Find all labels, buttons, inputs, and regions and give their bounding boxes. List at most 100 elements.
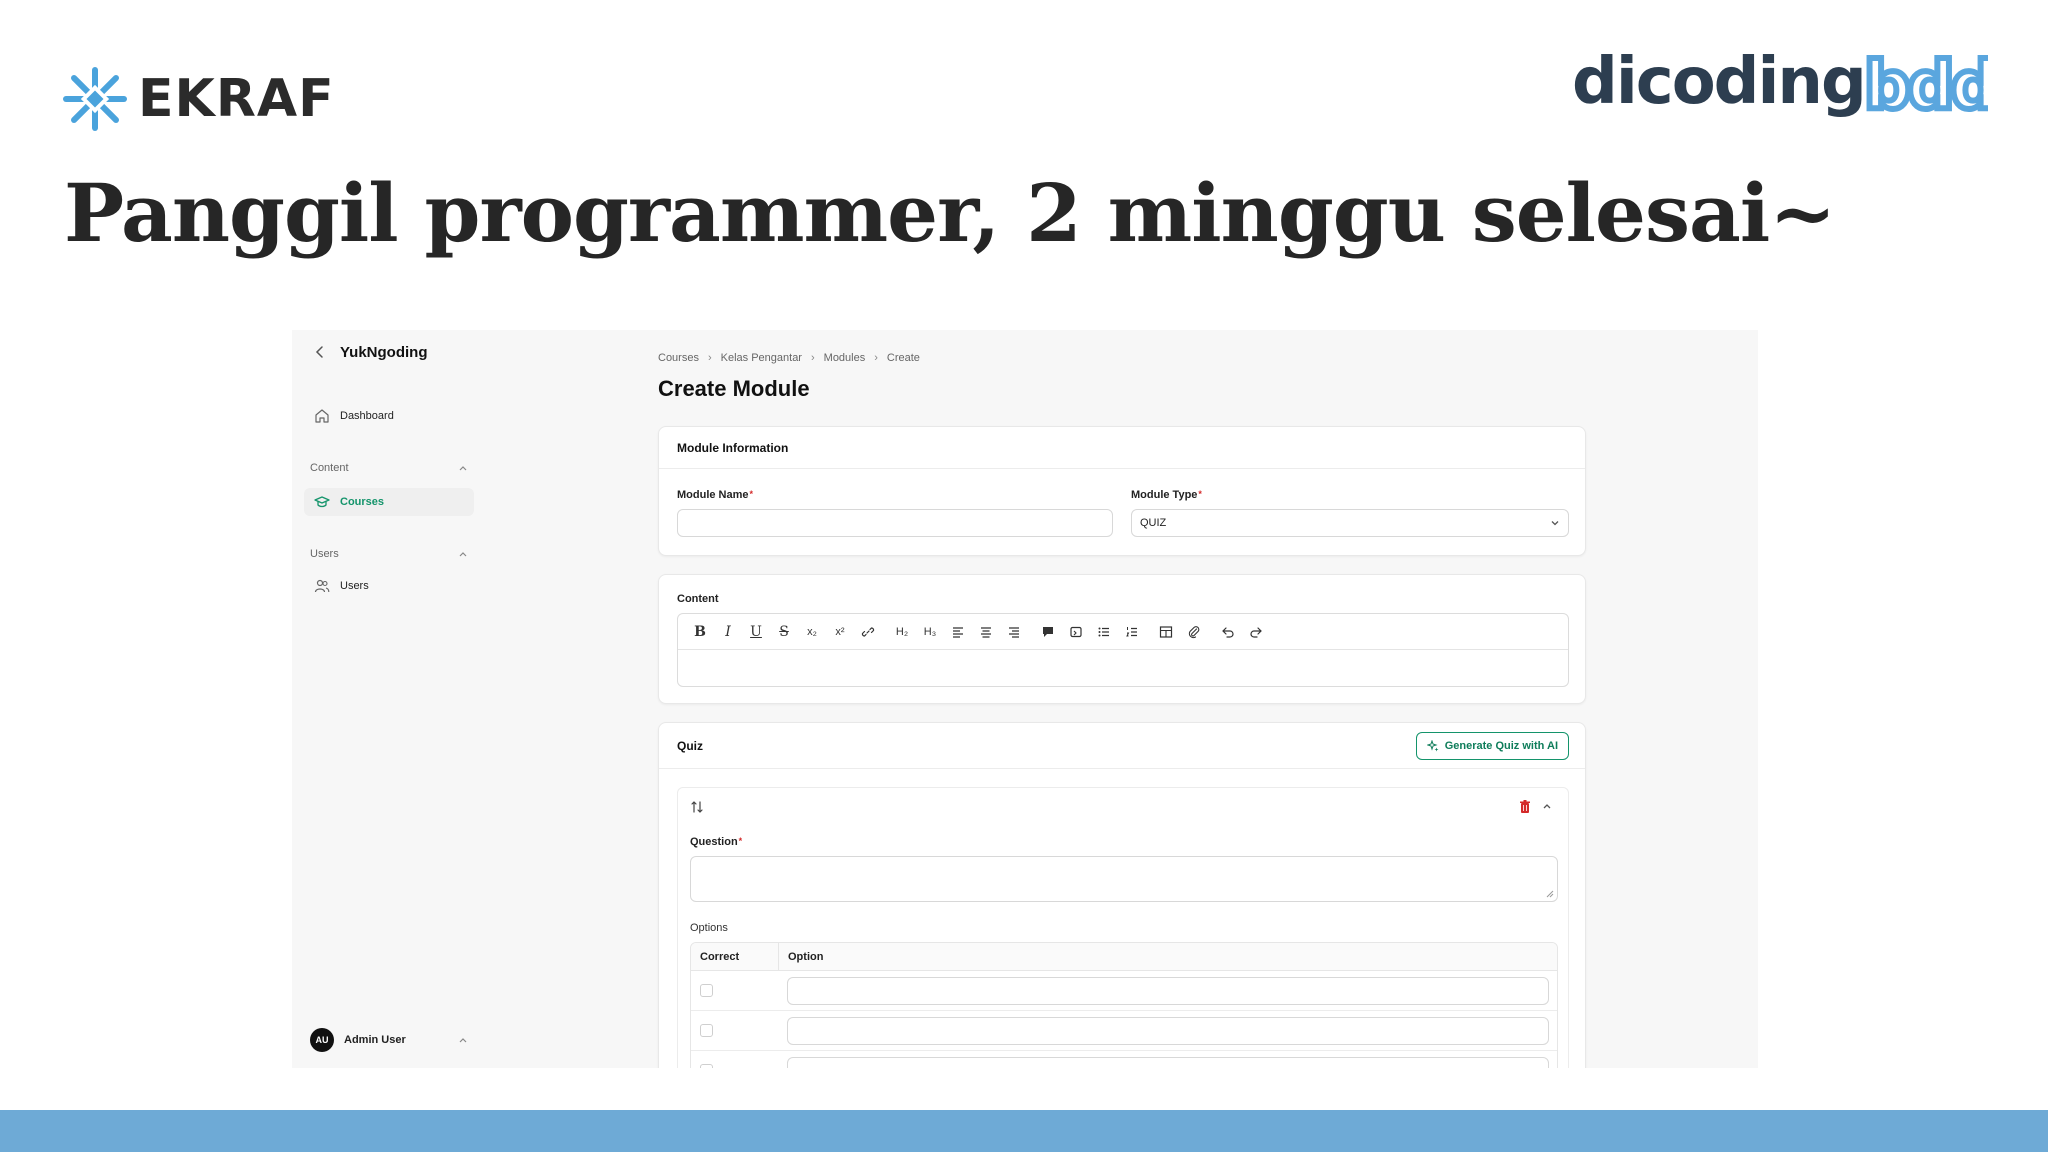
chevron-down-icon	[1551, 521, 1559, 526]
breadcrumb-create: Create	[886, 352, 920, 364]
align-center-icon[interactable]	[972, 618, 1000, 646]
options-table-header: Correct Option	[691, 943, 1557, 971]
question-item: Question* Options Correct Option	[677, 787, 1569, 1068]
bullet-list-icon[interactable]	[1090, 618, 1118, 646]
user-name: Admin User	[344, 1034, 406, 1046]
options-table: Correct Option	[690, 942, 1558, 1068]
sidebar-group-users[interactable]: Users	[310, 548, 468, 560]
generate-quiz-ai-button[interactable]: Generate Quiz with AI	[1415, 731, 1569, 760]
bdd-logo: bdd	[1864, 48, 1988, 118]
chevron-up-icon[interactable]	[1542, 801, 1552, 811]
table-row	[691, 1051, 1557, 1068]
blockquote-icon[interactable]	[1034, 618, 1062, 646]
chevron-right-icon: ›	[707, 352, 712, 364]
breadcrumb-course[interactable]: Kelas Pengantar	[721, 352, 802, 364]
question-textarea[interactable]	[690, 856, 1558, 902]
code-icon[interactable]	[1062, 618, 1090, 646]
sidebar-item-label: Dashboard	[340, 410, 394, 422]
attach-icon[interactable]	[1180, 618, 1208, 646]
sparkles-icon	[1426, 739, 1439, 751]
table-row	[691, 971, 1557, 1011]
align-left-icon[interactable]	[944, 618, 972, 646]
table-icon[interactable]	[1152, 618, 1180, 646]
card-title: Module Information	[677, 440, 789, 455]
superscript-icon[interactable]: x²	[826, 618, 854, 646]
page-title: Create Module	[658, 376, 810, 401]
col-correct: Correct	[691, 943, 779, 970]
card-header: Quiz Generate Quiz with AI	[659, 723, 1585, 769]
app-name: YukNgoding	[340, 344, 428, 361]
option-input[interactable]	[787, 976, 1549, 1005]
align-right-icon[interactable]	[1000, 618, 1028, 646]
correct-checkbox[interactable]	[700, 1024, 713, 1037]
link-icon[interactable]	[854, 618, 882, 646]
rich-text-editor: B I U S x₂ x² H₂ H₃	[677, 613, 1569, 687]
reorder-icon[interactable]	[690, 800, 704, 814]
content-card: Content B I U S x₂ x² H₂ H₃	[658, 574, 1586, 704]
chevron-right-icon: ›	[810, 352, 815, 364]
ekraf-logo: EKRAF	[62, 66, 335, 132]
app-screenshot: YukNgoding Dashboard Content Courses Use…	[292, 330, 1758, 1068]
card-header: Module Information	[659, 427, 1585, 469]
option-input[interactable]	[787, 1016, 1549, 1045]
avatar: AU	[310, 1028, 334, 1052]
sidebar-item-users[interactable]: Users	[304, 572, 474, 600]
users-icon	[314, 579, 330, 593]
module-name-input[interactable]	[677, 509, 1113, 537]
graduation-cap-icon	[314, 496, 330, 508]
h3-icon[interactable]: H₃	[916, 618, 944, 646]
breadcrumb-modules[interactable]: Modules	[824, 352, 866, 364]
sidebar: YukNgoding Dashboard Content Courses Use…	[292, 330, 484, 1068]
correct-checkbox[interactable]	[700, 984, 713, 997]
dicoding-wordmark: dicoding	[1572, 45, 1867, 119]
ekraf-snowflake-icon	[63, 67, 127, 131]
content-label: Content	[677, 593, 719, 605]
resize-handle-icon[interactable]	[1546, 890, 1554, 898]
module-type-select[interactable]: QUIZ	[1131, 509, 1569, 537]
quiz-card: Quiz Generate Quiz with AI Question* Opt…	[658, 722, 1586, 1068]
slide-footer-bar	[0, 1110, 2048, 1152]
sidebar-group-content[interactable]: Content	[310, 462, 468, 474]
bold-icon[interactable]: B	[686, 618, 714, 646]
home-icon	[315, 409, 329, 423]
slide-headline: Panggil programmer, 2 minggu selesai~	[64, 166, 1836, 260]
sidebar-item-courses[interactable]: Courses	[304, 488, 474, 516]
chevron-up-icon	[459, 552, 467, 557]
underline-icon[interactable]: U	[742, 618, 770, 646]
h2-icon[interactable]: H₂	[888, 618, 916, 646]
question-label: Question*	[690, 836, 743, 848]
chevron-up-icon	[459, 466, 467, 471]
user-menu[interactable]: AU Admin User	[310, 1028, 468, 1052]
chevron-left-icon[interactable]	[312, 344, 328, 360]
chevron-right-icon: ›	[874, 352, 878, 364]
sidebar-item-label: Users	[340, 580, 369, 592]
card-title: Quiz	[677, 738, 703, 753]
options-label: Options	[690, 922, 728, 934]
sidebar-group-label: Content	[310, 462, 349, 474]
sidebar-item-label: Courses	[340, 496, 385, 508]
redo-icon[interactable]	[1242, 618, 1270, 646]
dicoding-logo: dicoding	[1572, 45, 1867, 119]
bdd-wordmark: bdd	[1864, 48, 1988, 118]
italic-icon[interactable]: I	[714, 618, 742, 646]
table-row	[691, 1011, 1557, 1051]
option-input[interactable]	[787, 1056, 1549, 1068]
strike-icon[interactable]: S	[770, 618, 798, 646]
editor-content-area[interactable]	[678, 650, 1568, 686]
subscript-icon[interactable]: x₂	[798, 618, 826, 646]
chevron-up-icon	[459, 1038, 467, 1043]
undo-icon[interactable]	[1214, 618, 1242, 646]
breadcrumb: Courses › Kelas Pengantar › Modules › Cr…	[658, 352, 920, 364]
module-name-label: Module Name*	[677, 489, 754, 501]
ordered-list-icon[interactable]	[1118, 618, 1146, 646]
trash-icon[interactable]	[1518, 799, 1532, 814]
ekraf-wordmark: EKRAF	[138, 69, 335, 129]
editor-toolbar: B I U S x₂ x² H₂ H₃	[678, 614, 1568, 650]
sidebar-group-label: Users	[310, 548, 339, 560]
correct-checkbox[interactable]	[700, 1064, 713, 1068]
module-type-label: Module Type*	[1131, 489, 1202, 501]
breadcrumb-courses[interactable]: Courses	[658, 352, 699, 364]
generate-quiz-label: Generate Quiz with AI	[1444, 739, 1558, 752]
sidebar-item-dashboard[interactable]: Dashboard	[304, 402, 474, 430]
module-information-card: Module Information Module Name* Module T…	[658, 426, 1586, 556]
